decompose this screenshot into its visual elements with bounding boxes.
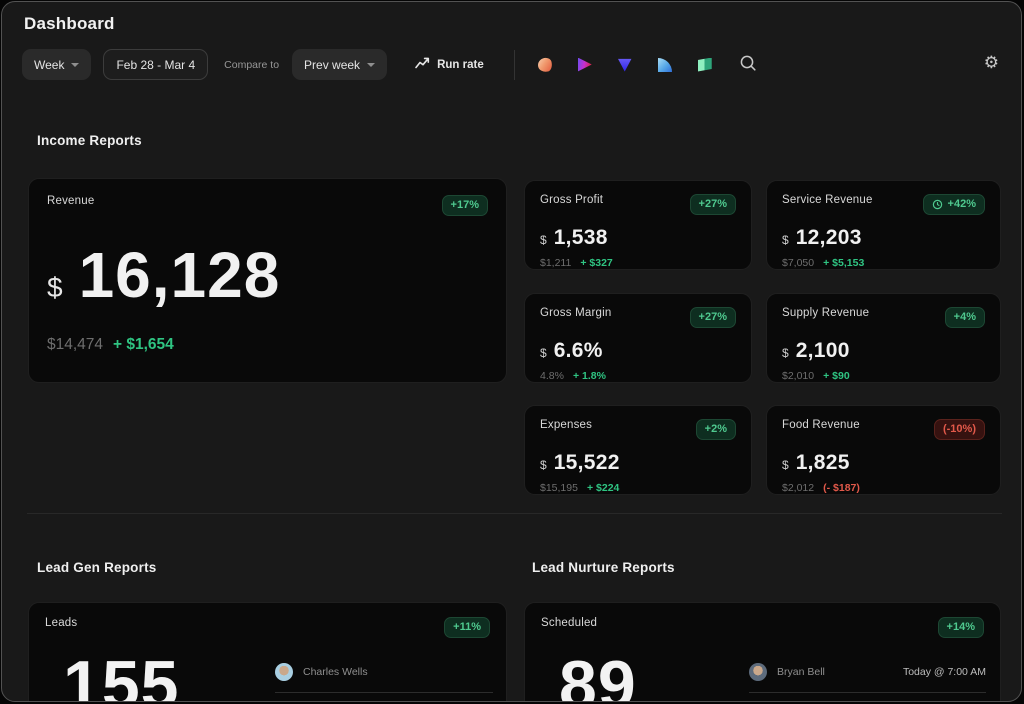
- change-badge: +27%: [690, 307, 736, 328]
- scheduled-card[interactable]: Scheduled +14% 89 Bryan Bell Today @ 7:0…: [524, 602, 1001, 702]
- lead-nurture-reports-title: Lead Nurture Reports: [532, 560, 675, 575]
- compare-period-select[interactable]: Prev week: [292, 49, 387, 80]
- person-name: Bryan Bell: [777, 666, 825, 678]
- metric-value: 12,203: [796, 226, 862, 250]
- gross-profit-card[interactable]: Gross Profit +27% $ 1,538 $1,211 + $327: [524, 180, 752, 270]
- expenses-card[interactable]: Expenses +2% $ 15,522 $15,195 + $224: [524, 405, 752, 495]
- card-label: Leads: [45, 617, 77, 629]
- person-block: Charles Wells: [275, 663, 493, 693]
- metric-value: 155: [63, 651, 179, 702]
- change-badge: +4%: [945, 307, 985, 328]
- section-divider: [27, 513, 1002, 514]
- leads-card[interactable]: Leads +11% 155 Charles Wells: [28, 602, 507, 702]
- toolbar: Week Feb 28 - Mar 4 Compare to Prev week…: [22, 49, 757, 80]
- settings-button[interactable]: ⚙: [984, 55, 999, 72]
- previous-value: $14,474: [47, 336, 103, 354]
- metric-value: 2,100: [796, 339, 850, 363]
- person-divider: [749, 692, 986, 693]
- delta-value: + 1.8%: [573, 370, 606, 382]
- pie-blue-icon[interactable]: [658, 58, 672, 72]
- card-label: Scheduled: [541, 617, 597, 629]
- change-badge: (-10%): [934, 419, 985, 440]
- metric-value: 1,825: [796, 451, 850, 475]
- supply-revenue-card[interactable]: Supply Revenue +4% $ 2,100 $2,010 + $90: [766, 293, 1001, 383]
- delta-value: + $1,654: [113, 336, 174, 354]
- currency-symbol: $: [540, 458, 547, 472]
- previous-value: 4.8%: [540, 370, 564, 382]
- period-select[interactable]: Week: [22, 49, 91, 80]
- person-name: Charles Wells: [303, 666, 368, 678]
- compare-period-label: Prev week: [304, 58, 360, 72]
- funnel-indigo-icon[interactable]: [618, 58, 632, 72]
- avatar: [749, 663, 767, 681]
- search-button[interactable]: [739, 54, 757, 75]
- person-block: Bryan Bell Today @ 7:00 AM: [749, 663, 986, 693]
- metric-value: 16,128: [79, 238, 281, 312]
- badge-text: +42%: [948, 198, 976, 211]
- currency-symbol: $: [782, 346, 789, 360]
- metric-value: 15,522: [554, 451, 620, 475]
- scheduled-time: Today @ 7:00 AM: [903, 666, 986, 678]
- trend-up-icon: [415, 57, 430, 72]
- card-label: Gross Margin: [540, 307, 611, 319]
- previous-value: $7,050: [782, 257, 814, 269]
- revenue-card[interactable]: Revenue +17% $ 16,128 $14,474 + $1,654: [28, 178, 507, 383]
- card-label: Food Revenue: [782, 419, 860, 431]
- lead-gen-reports-title: Lead Gen Reports: [37, 560, 156, 575]
- card-label: Service Revenue: [782, 194, 873, 206]
- change-badge: +27%: [690, 194, 736, 215]
- clock-icon: [932, 199, 943, 210]
- delta-value: (- $187): [823, 482, 860, 494]
- currency-symbol: $: [540, 233, 547, 247]
- food-revenue-card[interactable]: Food Revenue (-10%) $ 1,825 $2,012 (- $1…: [766, 405, 1001, 495]
- chevron-down-icon: [71, 63, 79, 67]
- run-rate-label: Run rate: [437, 59, 484, 71]
- person-divider: [275, 692, 493, 693]
- card-label: Supply Revenue: [782, 307, 869, 319]
- change-badge: +17%: [442, 195, 488, 216]
- gear-icon: ⚙: [984, 55, 999, 72]
- metric-value: 89: [559, 651, 637, 702]
- card-label: Gross Profit: [540, 194, 603, 206]
- page-title: Dashboard: [24, 14, 115, 34]
- blob-orange-icon[interactable]: [536, 56, 553, 73]
- currency-symbol: $: [782, 233, 789, 247]
- change-badge: +42%: [923, 194, 985, 215]
- toolbar-divider: [514, 50, 515, 80]
- chevron-down-icon: [367, 63, 375, 67]
- period-select-label: Week: [34, 58, 64, 72]
- compare-to-label: Compare to: [224, 59, 279, 71]
- previous-value: $2,012: [782, 482, 814, 494]
- metric-value: 6.6%: [554, 339, 603, 363]
- card-label: Revenue: [47, 195, 94, 207]
- currency-symbol: $: [540, 346, 547, 360]
- run-rate-button[interactable]: Run rate: [409, 56, 490, 73]
- card-label: Expenses: [540, 419, 592, 431]
- search-icon: [739, 54, 757, 75]
- change-badge: +2%: [696, 419, 736, 440]
- app-shortcuts: [538, 58, 712, 72]
- delta-value: + $327: [580, 257, 612, 269]
- income-reports-title: Income Reports: [37, 133, 142, 148]
- metric-value: 1,538: [554, 226, 608, 250]
- previous-value: $15,195: [540, 482, 578, 494]
- date-range-button[interactable]: Feb 28 - Mar 4: [103, 49, 208, 80]
- flag-green-icon[interactable]: [698, 58, 712, 72]
- change-badge: +14%: [938, 617, 984, 638]
- avatar: [275, 663, 293, 681]
- delta-value: + $5,153: [823, 257, 864, 269]
- previous-value: $2,010: [782, 370, 814, 382]
- currency-symbol: $: [47, 272, 63, 304]
- play-gradient-icon[interactable]: [578, 58, 592, 72]
- delta-value: + $90: [823, 370, 850, 382]
- change-badge: +11%: [444, 617, 490, 638]
- currency-symbol: $: [782, 458, 789, 472]
- gross-margin-card[interactable]: Gross Margin +27% $ 6.6% 4.8% + 1.8%: [524, 293, 752, 383]
- previous-value: $1,211: [540, 257, 571, 269]
- service-revenue-card[interactable]: Service Revenue +42% $ 12,203 $7,050 + $…: [766, 180, 1001, 270]
- dashboard-window: Dashboard Week Feb 28 - Mar 4 Compare to…: [1, 1, 1022, 702]
- delta-value: + $224: [587, 482, 619, 494]
